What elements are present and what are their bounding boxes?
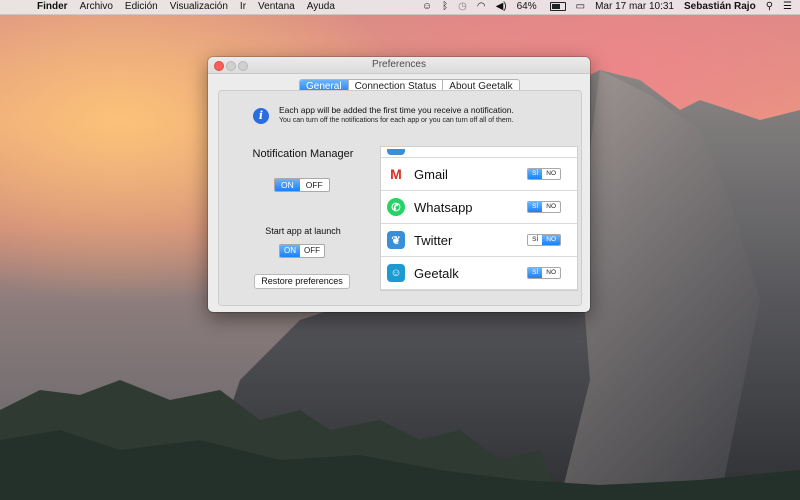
wifi-icon[interactable]: ◠ [477,0,486,14]
window-titlebar[interactable]: Preferences [208,57,590,74]
bluetooth-icon[interactable]: ᛒ [442,0,448,14]
menu-visualizacion[interactable]: Visualización [170,0,228,14]
list-item-twitter: ❦ Twitter SÍ NO [381,224,577,257]
menu-ir[interactable]: Ir [240,0,246,14]
twitter-no[interactable]: NO [542,235,560,245]
battery-icon[interactable] [540,0,566,14]
app-name-whatsapp: Whatsapp [414,199,473,215]
general-panel: i Each app will be added the first time … [218,90,582,306]
start-at-launch-off[interactable]: OFF [300,245,324,257]
time-machine-icon[interactable]: ◷ [458,0,467,14]
gmail-toggle[interactable]: SÍ NO [527,168,561,180]
menu-app-name[interactable]: Finder [37,0,68,14]
gmail-icon: M [387,165,405,183]
minimize-window-button[interactable] [226,61,236,71]
spotlight-icon[interactable]: ⚲ [766,0,773,14]
start-at-launch-label: Start app at launch [265,226,341,236]
whatsapp-no[interactable]: NO [542,202,560,212]
restore-preferences-button[interactable]: Restore preferences [254,274,350,289]
gmail-no[interactable]: NO [542,169,560,179]
notification-manager-off[interactable]: OFF [300,179,329,191]
twitter-icon: ❦ [387,231,405,249]
menu-edicion[interactable]: Edición [125,0,158,14]
notification-manager-on[interactable]: ON [275,179,300,191]
info-line-2: You can turn off the notifications for e… [279,117,514,124]
whatsapp-icon: ✆ [387,198,405,216]
twitter-toggle[interactable]: SÍ NO [527,234,561,246]
whatsapp-yes[interactable]: SÍ [528,202,543,212]
menu-bar: Finder Archivo Edición Visualización Ir … [0,0,800,15]
app-name-geetalk: Geetalk [414,265,459,281]
notification-center-icon[interactable]: ☰ [783,0,792,14]
list-item-partial [381,147,577,158]
info-icon: i [253,107,269,124]
menu-datetime[interactable]: Mar 17 mar 10:31 [595,0,674,14]
volume-icon[interactable]: ◀) [496,0,507,14]
geetalk-toggle[interactable]: SÍ NO [527,267,561,279]
notification-manager-toggle[interactable]: ON OFF [274,178,330,192]
geetalk-status-icon[interactable]: ☺ [422,0,432,14]
app-list[interactable]: M Gmail SÍ NO ✆ Whatsapp SÍ NO ❦ Twitter [380,146,578,291]
geetalk-no[interactable]: NO [542,268,560,278]
window-title: Preferences [372,59,426,70]
close-window-button[interactable] [214,61,224,71]
info-message: i Each app will be added the first time … [253,105,514,126]
menu-ayuda[interactable]: Ayuda [307,0,335,14]
menu-user[interactable]: Sebastián Rajo [684,0,756,14]
zoom-window-button[interactable] [238,61,248,71]
menu-ventana[interactable]: Ventana [258,0,295,14]
preferences-window: Preferences General Connection Status Ab… [208,57,590,312]
notification-manager-label: Notification Manager [252,148,354,160]
app-name-gmail: Gmail [414,166,448,182]
battery-percent[interactable]: 64% [517,0,537,14]
whatsapp-toggle[interactable]: SÍ NO [527,201,561,213]
start-at-launch-toggle[interactable]: ON OFF [279,244,325,258]
gmail-yes[interactable]: SÍ [528,169,543,179]
list-item-geetalk: ☺ Geetalk SÍ NO [381,257,577,290]
geetalk-icon: ☺ [387,264,405,282]
menu-archivo[interactable]: Archivo [80,0,113,14]
partial-app-icon [387,149,405,155]
start-at-launch-on[interactable]: ON [280,245,300,257]
app-name-twitter: Twitter [414,232,453,248]
info-line-1: Each app will be added the first time yo… [279,105,514,115]
list-item-gmail: M Gmail SÍ NO [381,158,577,191]
list-item-whatsapp: ✆ Whatsapp SÍ NO [381,191,577,224]
twitter-yes[interactable]: SÍ [528,235,542,245]
display-icon[interactable]: ▭ [576,0,585,14]
geetalk-yes[interactable]: SÍ [528,268,543,278]
